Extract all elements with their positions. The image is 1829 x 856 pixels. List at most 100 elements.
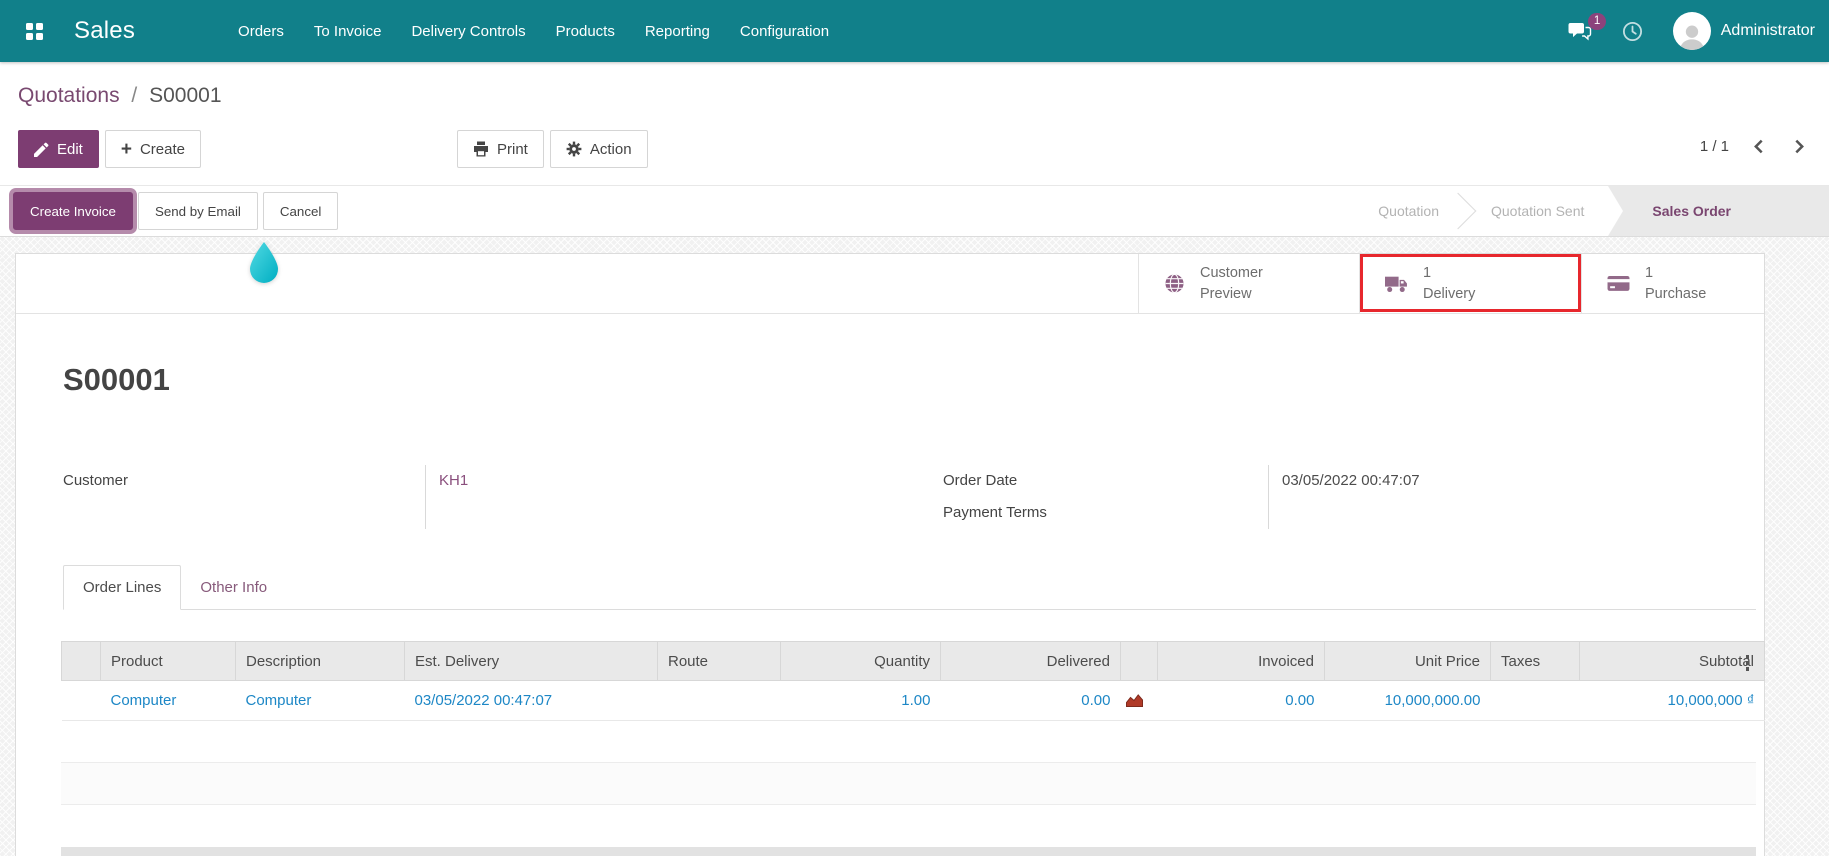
status-pills: Quotation Quotation Sent Sales Order	[1360, 186, 1829, 236]
pager-next-button[interactable]	[1792, 138, 1807, 155]
clock-icon	[1622, 21, 1643, 42]
tab-other-info[interactable]: Other Info	[181, 566, 286, 609]
table-row[interactable]: Computer Computer 03/05/2022 00:47:07 1.…	[61, 680, 1765, 721]
breadcrumb-parent[interactable]: Quotations	[18, 84, 120, 107]
action-button[interactable]: Action	[549, 130, 648, 168]
empty-list-row	[61, 762, 1756, 805]
nav-menu-delivery-controls[interactable]: Delivery Controls	[396, 13, 540, 50]
nav-menu-products[interactable]: Products	[541, 13, 630, 50]
pager-previous-button[interactable]	[1751, 138, 1766, 155]
user-name: Administrator	[1720, 22, 1815, 39]
breadcrumb-current: S00001	[149, 84, 222, 107]
delivery-button[interactable]: 1 Delivery	[1359, 254, 1581, 313]
create-invoice-button[interactable]: Create Invoice	[13, 192, 133, 230]
column-product[interactable]: Product	[100, 641, 236, 681]
printer-icon	[473, 141, 489, 157]
user-menu[interactable]: Administrator	[1672, 12, 1815, 50]
cell-taxes[interactable]	[1490, 680, 1580, 721]
breadcrumb-separator: /	[131, 84, 138, 107]
column-unit-price[interactable]: Unit Price	[1324, 641, 1491, 681]
row-handle-cell	[61, 680, 101, 721]
purchase-label: Purchase	[1645, 285, 1707, 302]
notebook-tabs: Order Lines Other Info	[63, 565, 1756, 610]
send-by-email-button[interactable]: Send by Email	[137, 192, 258, 230]
cell-subtotal[interactable]: 10,000,000 ₫	[1579, 680, 1765, 721]
pencil-icon	[34, 142, 49, 157]
globe-icon	[1164, 273, 1185, 294]
messages-button[interactable]: 1	[1568, 12, 1606, 41]
payment-terms-label: Payment Terms	[943, 504, 1047, 521]
credit-card-icon	[1607, 275, 1630, 292]
apps-menu-button[interactable]	[12, 9, 56, 53]
table-header-row: Product Description Est. Delivery Route …	[61, 641, 1765, 681]
column-quantity[interactable]: Quantity	[780, 641, 941, 681]
onboarding-drop-pointer	[247, 241, 281, 285]
purchase-button[interactable]: 1 Purchase	[1581, 254, 1764, 313]
state-sales-order[interactable]: Sales Order	[1608, 186, 1829, 236]
cell-product[interactable]: Computer	[100, 680, 236, 721]
order-date-value: 03/05/2022 00:47:07	[1282, 472, 1420, 489]
nav-menu-configuration[interactable]: Configuration	[725, 13, 844, 50]
cancel-button[interactable]: Cancel	[262, 192, 339, 230]
avatar	[1672, 12, 1711, 50]
print-button[interactable]: Print	[457, 130, 544, 168]
cell-quantity[interactable]: 1.00	[780, 680, 941, 721]
customer-preview-button[interactable]: Customer Preview	[1138, 254, 1359, 313]
column-taxes[interactable]: Taxes	[1490, 641, 1580, 681]
apps-grid-icon	[25, 22, 43, 40]
cell-invoiced[interactable]: 0.00	[1157, 680, 1325, 721]
payment-terms-value	[1282, 497, 1744, 529]
app-name[interactable]: Sales	[74, 17, 135, 45]
customer-label: Customer	[63, 472, 129, 489]
messages-badge: 1	[1588, 12, 1606, 30]
column-invoiced[interactable]: Invoiced	[1157, 641, 1325, 681]
purchase-count: 1	[1645, 265, 1654, 282]
column-route[interactable]: Route	[657, 641, 781, 681]
field-groups: Customer KH1 Order Date Payment Terms 03…	[63, 465, 1744, 529]
nav-menus: Orders To Invoice Delivery Controls Prod…	[223, 13, 844, 50]
column-forecast-icon	[1120, 641, 1158, 681]
breadcrumb: Quotations / S00001	[0, 62, 1829, 130]
tab-order-lines[interactable]: Order Lines	[63, 565, 182, 610]
cell-unit-price[interactable]: 10,000,000.00	[1324, 680, 1491, 721]
control-panel-buttons: Edit + Create Print Action 1 / 1	[0, 130, 1829, 185]
column-delivered[interactable]: Delivered	[940, 641, 1121, 681]
field-group-right: Order Date Payment Terms 03/05/2022 00:4…	[943, 465, 1744, 529]
activities-button[interactable]	[1622, 21, 1643, 42]
smart-button-line2: Preview	[1200, 285, 1252, 302]
state-quotation-sent[interactable]: Quotation Sent	[1473, 186, 1602, 236]
field-group-left: Customer KH1	[63, 465, 943, 529]
cell-route[interactable]	[657, 680, 781, 721]
top-navbar: Sales Orders To Invoice Delivery Control…	[0, 0, 1829, 62]
edit-button[interactable]: Edit	[18, 130, 99, 168]
form-sheet: Customer Preview 1 Delivery 1 Purchase S…	[15, 242, 1765, 856]
customer-value[interactable]: KH1	[439, 465, 943, 497]
nav-menu-orders[interactable]: Orders	[223, 13, 299, 50]
pager-value: 1 / 1	[1699, 138, 1729, 155]
cell-description[interactable]: Computer	[235, 680, 405, 721]
column-description[interactable]: Description	[235, 641, 405, 681]
delivery-count: 1	[1423, 265, 1432, 282]
statusbar: Create Invoice Send by Email Cancel Quot…	[0, 185, 1829, 237]
nav-menu-reporting[interactable]: Reporting	[630, 13, 725, 50]
delivery-label: Delivery	[1423, 285, 1476, 302]
area-chart-icon	[1125, 693, 1156, 708]
cell-est-delivery[interactable]: 03/05/2022 00:47:07	[404, 680, 658, 721]
column-est-delivery[interactable]: Est. Delivery	[404, 641, 658, 681]
section-divider	[61, 847, 1756, 856]
column-subtotal[interactable]: Subtotal	[1579, 641, 1765, 681]
pager: 1 / 1	[1700, 130, 1807, 155]
truck-icon	[1385, 275, 1408, 293]
handle-column-header	[61, 641, 101, 681]
nav-right: 1 Administrator	[1568, 12, 1815, 50]
create-button[interactable]: + Create	[104, 130, 201, 168]
document-title: S00001	[63, 362, 170, 397]
form-view-background: Customer Preview 1 Delivery 1 Purchase S…	[0, 237, 1829, 856]
order-date-label: Order Date	[943, 472, 1018, 489]
plus-icon: +	[120, 138, 132, 160]
nav-menu-to-invoice[interactable]: To Invoice	[299, 13, 397, 50]
order-lines-table: Product Description Est. Delivery Route …	[61, 641, 1765, 721]
cell-forecast[interactable]	[1120, 680, 1158, 721]
optional-columns-toggle-icon[interactable]	[1744, 653, 1752, 673]
cell-delivered[interactable]: 0.00	[940, 680, 1121, 721]
